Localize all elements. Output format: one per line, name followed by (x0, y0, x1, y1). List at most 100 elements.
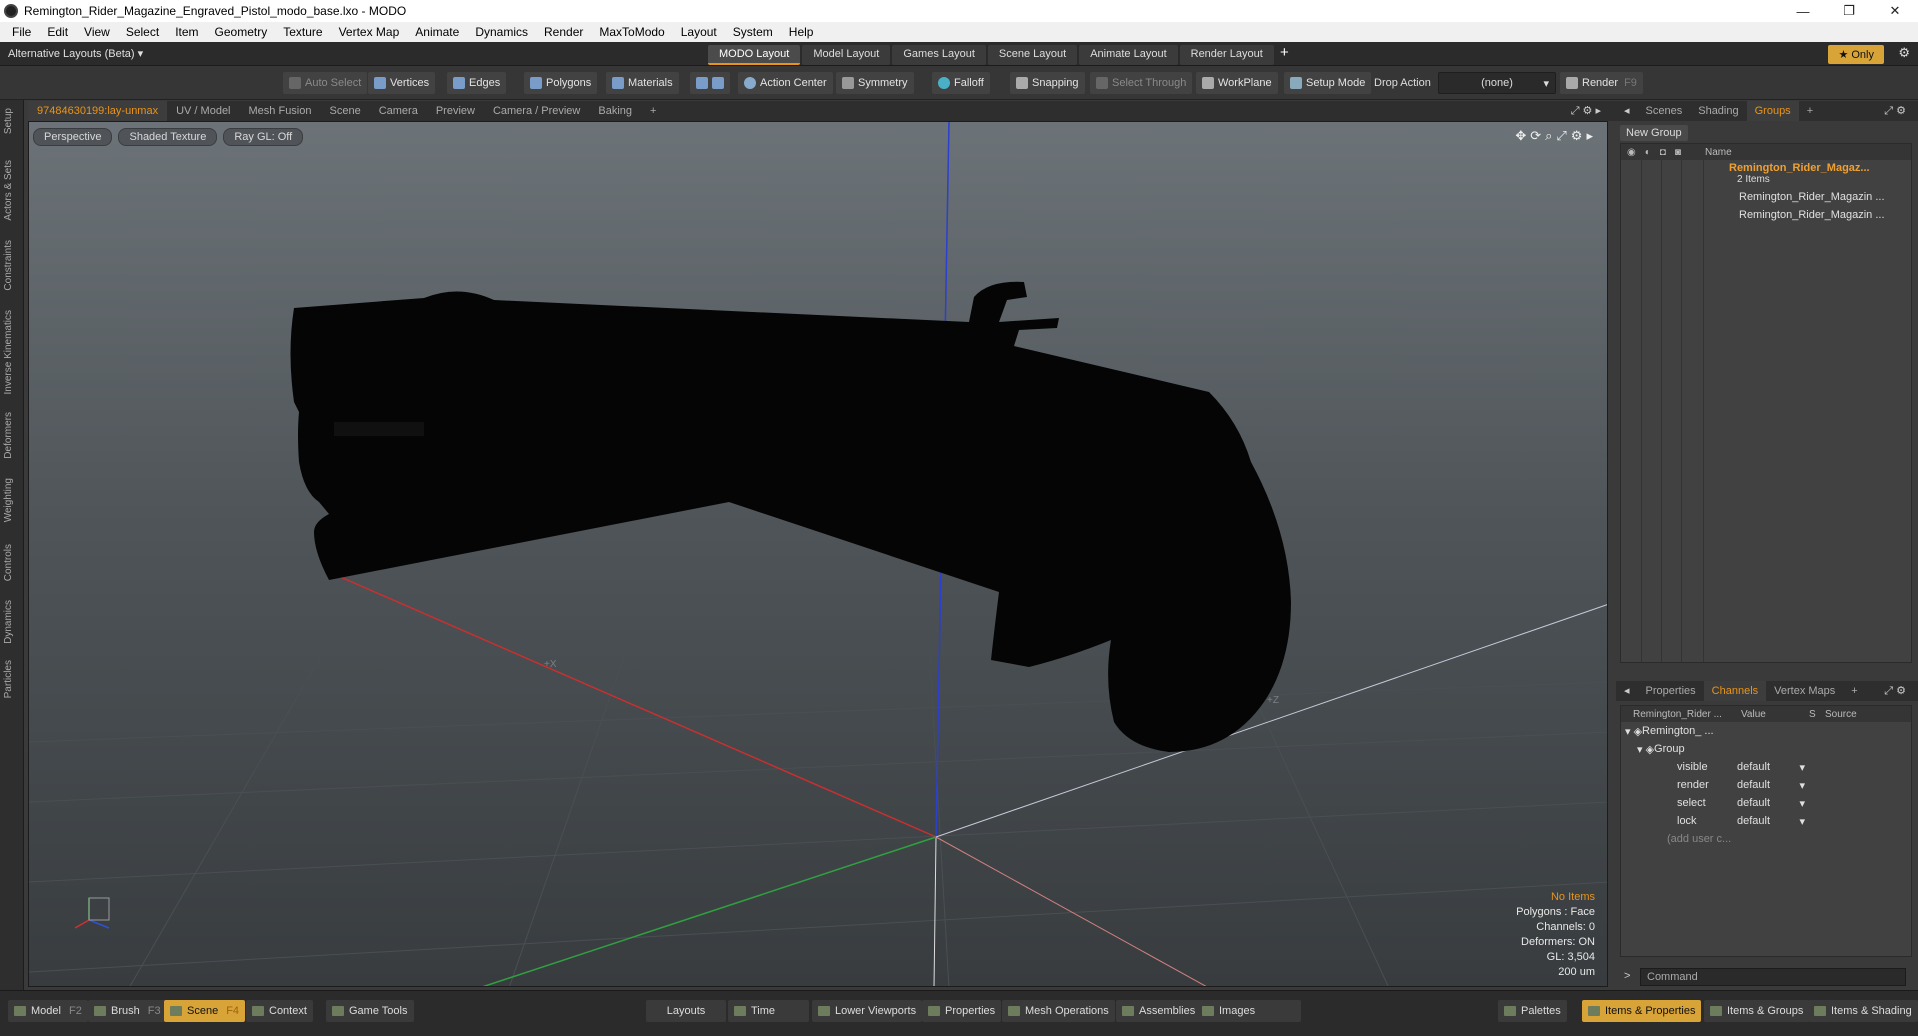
command-input[interactable]: Command (1640, 968, 1906, 986)
channel-row-lock[interactable]: lock default ▾ (1621, 812, 1911, 830)
menu-select[interactable]: Select (118, 25, 167, 39)
action-center-button[interactable]: Action Center (738, 72, 833, 94)
channel-value[interactable]: default (1737, 761, 1770, 774)
chevron-down-icon[interactable]: ▾ (1799, 779, 1805, 792)
eye-icon[interactable]: ◉ (1627, 147, 1636, 158)
assemblies-button[interactable]: Assemblies (1116, 1000, 1202, 1022)
edges-button[interactable]: Edges (447, 72, 507, 94)
raygl-button[interactable]: Ray GL: Off (223, 128, 304, 146)
chevron-down-icon[interactable]: ▾ (1799, 815, 1805, 828)
menu-edit[interactable]: Edit (39, 25, 76, 39)
tab-lay-unmax[interactable]: 97484630199:lay-unmax (28, 101, 168, 121)
polygons-button[interactable]: Polygons (524, 72, 598, 94)
panel-menu-icon[interactable]: ◂ (1616, 101, 1638, 121)
tab-deformers[interactable]: Deformers (3, 412, 14, 459)
menu-system[interactable]: System (725, 25, 781, 39)
model-button[interactable]: Model F2 (8, 1000, 88, 1022)
tab-vertex-maps[interactable]: Vertex Maps (1766, 681, 1843, 701)
select-through-button[interactable]: Select Through (1090, 72, 1193, 94)
tab-scenes[interactable]: Scenes (1638, 101, 1691, 121)
symmetry-button[interactable]: Symmetry (836, 72, 914, 94)
list-item[interactable]: Remington_Rider_Magazin ... (1621, 188, 1911, 206)
tab-shading[interactable]: Shading (1690, 101, 1746, 121)
command-history-icon[interactable]: > (1624, 970, 1630, 982)
minimize-button[interactable]: — (1780, 0, 1826, 22)
render-toggle-icon[interactable]: ◐ (1645, 147, 1651, 158)
tab-scene[interactable]: Scene (321, 101, 370, 121)
channel-value[interactable]: default (1737, 815, 1770, 828)
tab-particles[interactable]: Particles (3, 660, 14, 698)
palettes-button[interactable]: Palettes (1498, 1000, 1567, 1022)
tab-channels[interactable]: Channels (1703, 681, 1767, 701)
menu-vertex-map[interactable]: Vertex Map (331, 25, 408, 39)
add-user-channel-row[interactable]: (add user c... (1621, 830, 1911, 848)
images-button[interactable]: Images (1196, 1000, 1302, 1022)
menu-file[interactable]: File (4, 25, 39, 39)
new-group-button[interactable]: New Group (1620, 125, 1688, 141)
view-mode-button[interactable]: Perspective (33, 128, 113, 146)
channel-value[interactable]: default (1737, 797, 1770, 810)
game-tools-button[interactable]: Game Tools (326, 1000, 414, 1022)
tab-model-layout[interactable]: Model Layout (802, 45, 891, 65)
select-toggle-icon[interactable]: ◙ (1675, 147, 1681, 158)
maximize-button[interactable]: ❐ (1826, 0, 1872, 22)
tab-camera[interactable]: Camera (370, 101, 427, 121)
tab-controls[interactable]: Controls (3, 544, 14, 581)
only-toggle-button[interactable]: ★ Only (1828, 45, 1884, 64)
viewport-options-icon[interactable]: ⤢ ⚙ ▸ (1562, 101, 1610, 121)
tab-groups[interactable]: Groups (1746, 101, 1799, 121)
menu-view[interactable]: View (76, 25, 118, 39)
mesh-operations-button[interactable]: Mesh Operations (1002, 1000, 1115, 1022)
brush-button[interactable]: Brush F3 (88, 1000, 167, 1022)
items-groups-button[interactable]: Items & Groups (1704, 1000, 1810, 1022)
add-panel-tab-button[interactable]: + (1799, 101, 1821, 121)
tab-dynamics[interactable]: Dynamics (3, 600, 14, 644)
layouts-button[interactable]: Layouts (646, 1000, 726, 1022)
auto-select-button[interactable]: Auto Select (283, 72, 368, 94)
menu-geometry[interactable]: Geometry (207, 25, 276, 39)
group-row[interactable]: Remington_Rider_Magaz... 2 Items (1621, 160, 1911, 188)
lower-viewports-button[interactable]: Lower Viewports (812, 1000, 923, 1022)
channel-row-select[interactable]: select default ▾ (1621, 794, 1911, 812)
items-shading-button[interactable]: Items & Shading (1808, 1000, 1918, 1022)
tab-render-layout[interactable]: Render Layout (1179, 45, 1274, 65)
tab-actors-sets[interactable]: Actors & Sets (3, 160, 14, 221)
time-button[interactable]: Time (728, 1000, 810, 1022)
panel-options-icon[interactable]: ⤢ ⚙ (1876, 681, 1914, 701)
shading-mode-button[interactable]: Shaded Texture (118, 128, 218, 146)
tab-uv-model[interactable]: UV / Model (167, 101, 239, 121)
menu-help[interactable]: Help (781, 25, 822, 39)
workplane-button[interactable]: WorkPlane (1196, 72, 1278, 94)
gear-icon[interactable]: ⚙ (1898, 45, 1910, 61)
tab-inverse-kinematics[interactable]: Inverse Kinematics (3, 310, 14, 394)
lock-icon[interactable]: ◘ (1660, 147, 1666, 158)
channel-row-visible[interactable]: visible default ▾ (1621, 758, 1911, 776)
channel-item-row[interactable]: ▾ ◈ Remington_ ... (1621, 722, 1911, 740)
menu-layout[interactable]: Layout (673, 25, 725, 39)
channel-value[interactable]: default (1737, 779, 1770, 792)
tab-baking[interactable]: Baking (589, 101, 641, 121)
menu-render[interactable]: Render (536, 25, 591, 39)
select-mode-icons[interactable] (690, 72, 730, 94)
context-button[interactable]: Context (246, 1000, 313, 1022)
tab-constraints[interactable]: Constraints (3, 240, 14, 291)
channel-row-render[interactable]: render default ▾ (1621, 776, 1911, 794)
materials-button[interactable]: Materials (606, 72, 679, 94)
menu-dynamics[interactable]: Dynamics (467, 25, 536, 39)
viewport-navigation-icons[interactable]: ✥⟳⌕⤢⚙▸ (1515, 128, 1597, 144)
drop-action-select[interactable]: (none) ▾ (1438, 72, 1556, 94)
chevron-down-icon[interactable]: ▾ (1799, 797, 1805, 810)
close-button[interactable]: ✕ (1872, 0, 1918, 22)
panel-menu-icon[interactable]: ◂ (1616, 681, 1638, 701)
tab-scene-layout[interactable]: Scene Layout (987, 45, 1078, 65)
scene-button[interactable]: Scene F4 (164, 1000, 246, 1022)
alternative-layouts-dropdown[interactable]: Alternative Layouts (Beta) ▾ (8, 47, 143, 60)
falloff-button[interactable]: Falloff (932, 72, 990, 94)
channel-group-row[interactable]: ▾ ◈ Group (1621, 740, 1911, 758)
menu-texture[interactable]: Texture (275, 25, 330, 39)
tab-mesh-fusion[interactable]: Mesh Fusion (240, 101, 321, 121)
add-tab-button[interactable]: + (641, 101, 665, 121)
list-item[interactable]: Remington_Rider_Magazin ... (1621, 206, 1911, 224)
chevron-down-icon[interactable]: ▾ (1799, 761, 1805, 774)
menu-animate[interactable]: Animate (407, 25, 467, 39)
